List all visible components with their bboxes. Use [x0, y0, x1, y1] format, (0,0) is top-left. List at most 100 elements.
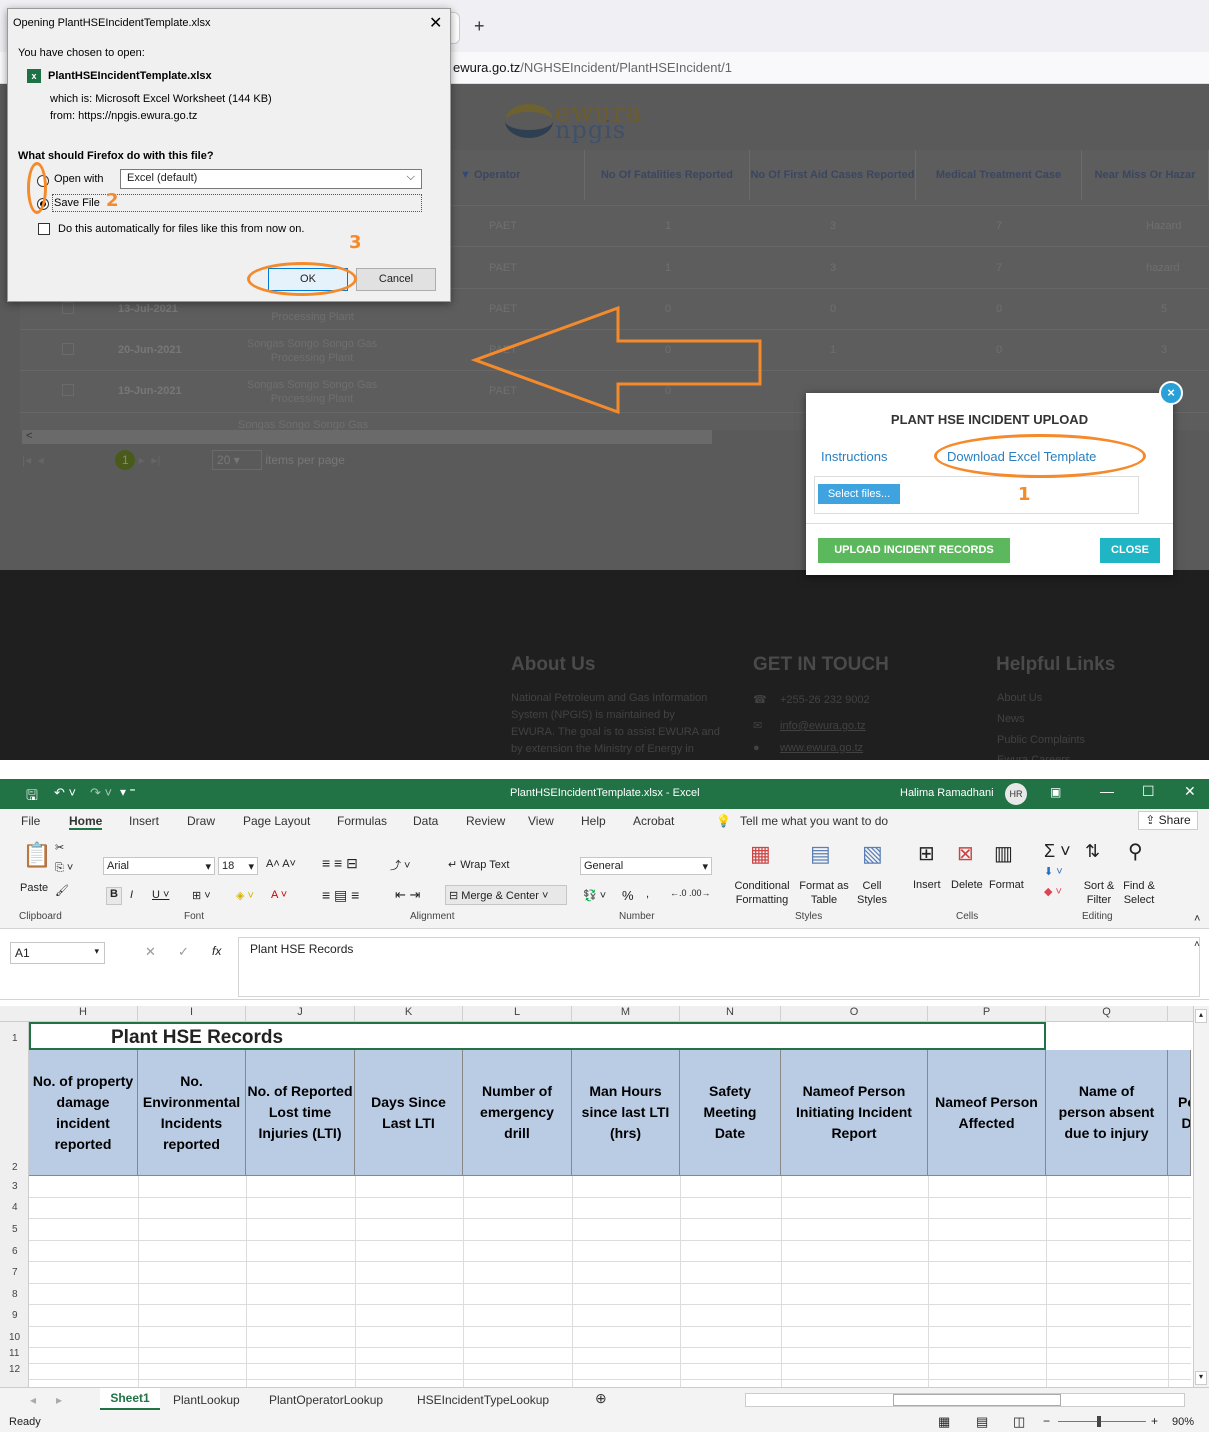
pager-current-page[interactable]: 1: [115, 450, 136, 470]
column-header[interactable]: P: [928, 1006, 1046, 1022]
row-checkbox[interactable]: [62, 302, 74, 314]
number-format-select[interactable]: General ▾: [580, 857, 712, 875]
column-header[interactable]: J: [246, 1006, 355, 1022]
share-button[interactable]: ⇪ Share: [1138, 811, 1198, 830]
browser-tab[interactable]: [450, 12, 460, 44]
close-icon[interactable]: ✕: [1184, 783, 1196, 800]
row-header[interactable]: 10: [0, 1332, 29, 1343]
clear-icon[interactable]: ◆ ˅: [1044, 885, 1062, 898]
expand-formula-icon[interactable]: ˄: [1194, 939, 1200, 950]
fill-icon[interactable]: ⬇ ˅: [1044, 865, 1063, 878]
align-top-icon[interactable]: ≡ ≡ ⊟: [322, 855, 358, 872]
tab-file[interactable]: File: [21, 814, 40, 828]
footer-link[interactable]: News: [997, 711, 1025, 728]
grid-header-medical[interactable]: Medical Treatment Case: [916, 150, 1082, 200]
close-button[interactable]: CLOSE: [1100, 538, 1160, 563]
scroll-left-icon[interactable]: <: [26, 430, 32, 442]
font-color-icon[interactable]: A ˅: [271, 889, 287, 901]
header-cell[interactable]: No. of Reported Lost time Injuries (LTI): [246, 1050, 355, 1176]
tab-view[interactable]: View: [528, 814, 554, 828]
footer-link[interactable]: About Us: [997, 690, 1042, 707]
sheet-tab-plantlookup[interactable]: PlantLookup: [173, 1393, 240, 1407]
wrap-text-button[interactable]: ↵ Wrap Text: [448, 858, 509, 871]
font-size-select[interactable]: 18 ▾: [218, 857, 258, 875]
currency-icon[interactable]: 💱 ˅: [583, 889, 606, 902]
italic-icon[interactable]: I: [130, 889, 133, 901]
cancel-button[interactable]: Cancel: [356, 268, 436, 291]
customize-icon[interactable]: ▾ ⁼: [120, 785, 136, 799]
name-box[interactable]: A1 ▾: [10, 942, 105, 964]
filter-icon[interactable]: ▼: [460, 169, 471, 181]
sheet-tab-sheet1[interactable]: Sheet1: [100, 1388, 160, 1410]
tab-help[interactable]: Help: [581, 814, 606, 828]
redo-icon[interactable]: ↷ ˅: [90, 785, 112, 801]
grid-header-first-aid[interactable]: No Of First Aid Cases Reported: [750, 150, 916, 200]
modal-close-icon[interactable]: ×: [1159, 381, 1183, 405]
page-layout-icon[interactable]: ▤: [976, 1414, 988, 1430]
delete-cells-icon[interactable]: ⊠: [957, 841, 974, 866]
insert-cells-icon[interactable]: ⊞: [918, 841, 935, 866]
find-select-button[interactable]: Find & Select: [1118, 879, 1160, 907]
footer-link[interactable]: Public Complaints: [997, 732, 1085, 749]
scroll-thumb[interactable]: [893, 1394, 1061, 1406]
footer-email[interactable]: info@ewura.go.tz: [780, 718, 866, 735]
header-cell[interactable]: Nameof Person Affected: [928, 1050, 1046, 1176]
vertical-scrollbar[interactable]: [1193, 1006, 1209, 1387]
find-icon[interactable]: ⚲: [1128, 839, 1143, 864]
sheet-title-cell[interactable]: Plant HSE Records: [29, 1022, 1046, 1050]
pager-size-select[interactable]: 20 ▾: [212, 450, 263, 470]
font-name-select[interactable]: Arial ▾: [103, 857, 215, 875]
auto-checkbox[interactable]: [38, 223, 50, 235]
row-header[interactable]: 3: [0, 1181, 29, 1192]
sort-filter-icon[interactable]: ⇅: [1085, 841, 1100, 862]
row-header[interactable]: 5: [0, 1224, 29, 1235]
header-cell[interactable]: Days Since Last LTI: [355, 1050, 463, 1176]
row-header[interactable]: 1: [0, 1033, 29, 1044]
tab-home[interactable]: Home: [69, 814, 103, 830]
row-header[interactable]: 2: [0, 1162, 29, 1173]
column-header[interactable]: M: [572, 1006, 680, 1022]
cell-styles-button[interactable]: Cell Styles: [852, 879, 892, 907]
tab-review[interactable]: Review: [466, 814, 505, 828]
grid-header-fatalities[interactable]: No Of Fatalities Reported: [585, 150, 750, 200]
column-header[interactable]: Q: [1046, 1006, 1168, 1022]
horizontal-scrollbar[interactable]: [22, 430, 712, 444]
autosum-icon[interactable]: Σ ˅: [1044, 841, 1071, 862]
cut-icon[interactable]: ✂: [55, 841, 64, 854]
conditional-formatting-button[interactable]: Conditional Formatting: [728, 879, 796, 907]
row-checkbox[interactable]: [62, 384, 74, 396]
zoom-slider-thumb[interactable]: [1097, 1416, 1101, 1427]
sheet-tab-plantoperatorlookup[interactable]: PlantOperatorLookup: [269, 1393, 383, 1407]
conditional-format-icon[interactable]: ▦: [750, 841, 771, 867]
orientation-icon[interactable]: ⤴ ˅: [390, 857, 410, 873]
fill-color-icon[interactable]: ◈ ˅: [236, 889, 254, 902]
row-header[interactable]: 9: [0, 1310, 29, 1321]
format-cells-icon[interactable]: ▥: [994, 841, 1013, 866]
zoom-level[interactable]: 90%: [1172, 1416, 1194, 1428]
header-cell[interactable]: No. of property damage incident reported: [29, 1050, 138, 1176]
footer-link[interactable]: Ewura Careers: [997, 752, 1070, 760]
row-header[interactable]: 11: [0, 1348, 29, 1359]
confirm-entry-icon[interactable]: ✓: [178, 944, 189, 960]
copy-icon[interactable]: ⎘ ˅: [55, 862, 73, 875]
delete-button[interactable]: Delete: [951, 879, 983, 891]
ribbon-display-icon[interactable]: ▣: [1050, 785, 1061, 799]
header-cell[interactable]: Pe D: [1168, 1050, 1191, 1176]
tab-acrobat[interactable]: Acrobat: [633, 814, 674, 828]
select-files-button[interactable]: Select files...: [818, 484, 900, 504]
formula-input[interactable]: Plant HSE Records: [238, 937, 1200, 997]
indent-icon[interactable]: ⇤ ⇥: [395, 887, 420, 903]
row-header[interactable]: 4: [0, 1202, 29, 1213]
tab-page-layout[interactable]: Page Layout: [243, 814, 310, 828]
header-cell[interactable]: Safety Meeting Date: [680, 1050, 781, 1176]
grow-font-icon[interactable]: A˄ A˅: [266, 858, 296, 870]
tab-draw[interactable]: Draw: [187, 814, 215, 828]
tab-scroll-left-icon[interactable]: ◂: [30, 1393, 36, 1407]
zoom-out-icon[interactable]: −: [1043, 1414, 1050, 1428]
grid-header-near-miss[interactable]: Near Miss Or Hazar: [1082, 150, 1209, 200]
format-as-table-button[interactable]: Format as Table: [798, 879, 850, 907]
column-header[interactable]: I: [138, 1006, 246, 1022]
cell-styles-icon[interactable]: ▧: [862, 841, 883, 867]
column-header[interactable]: H: [29, 1006, 138, 1022]
zoom-in-icon[interactable]: +: [1151, 1414, 1158, 1428]
